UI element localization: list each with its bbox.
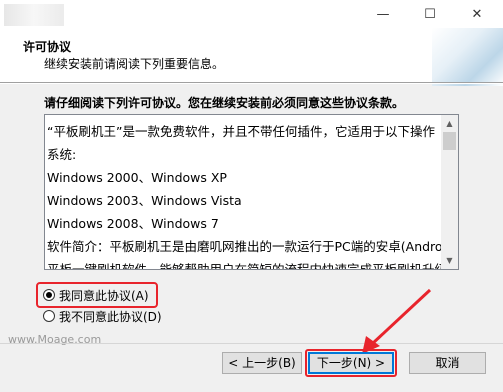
cancel-button[interactable]: 取消 xyxy=(409,352,486,374)
annotation-arrow-icon xyxy=(362,288,432,354)
next-button[interactable]: 下一步(N) > xyxy=(308,352,394,374)
back-button[interactable]: < 上一步(B) xyxy=(222,352,302,374)
